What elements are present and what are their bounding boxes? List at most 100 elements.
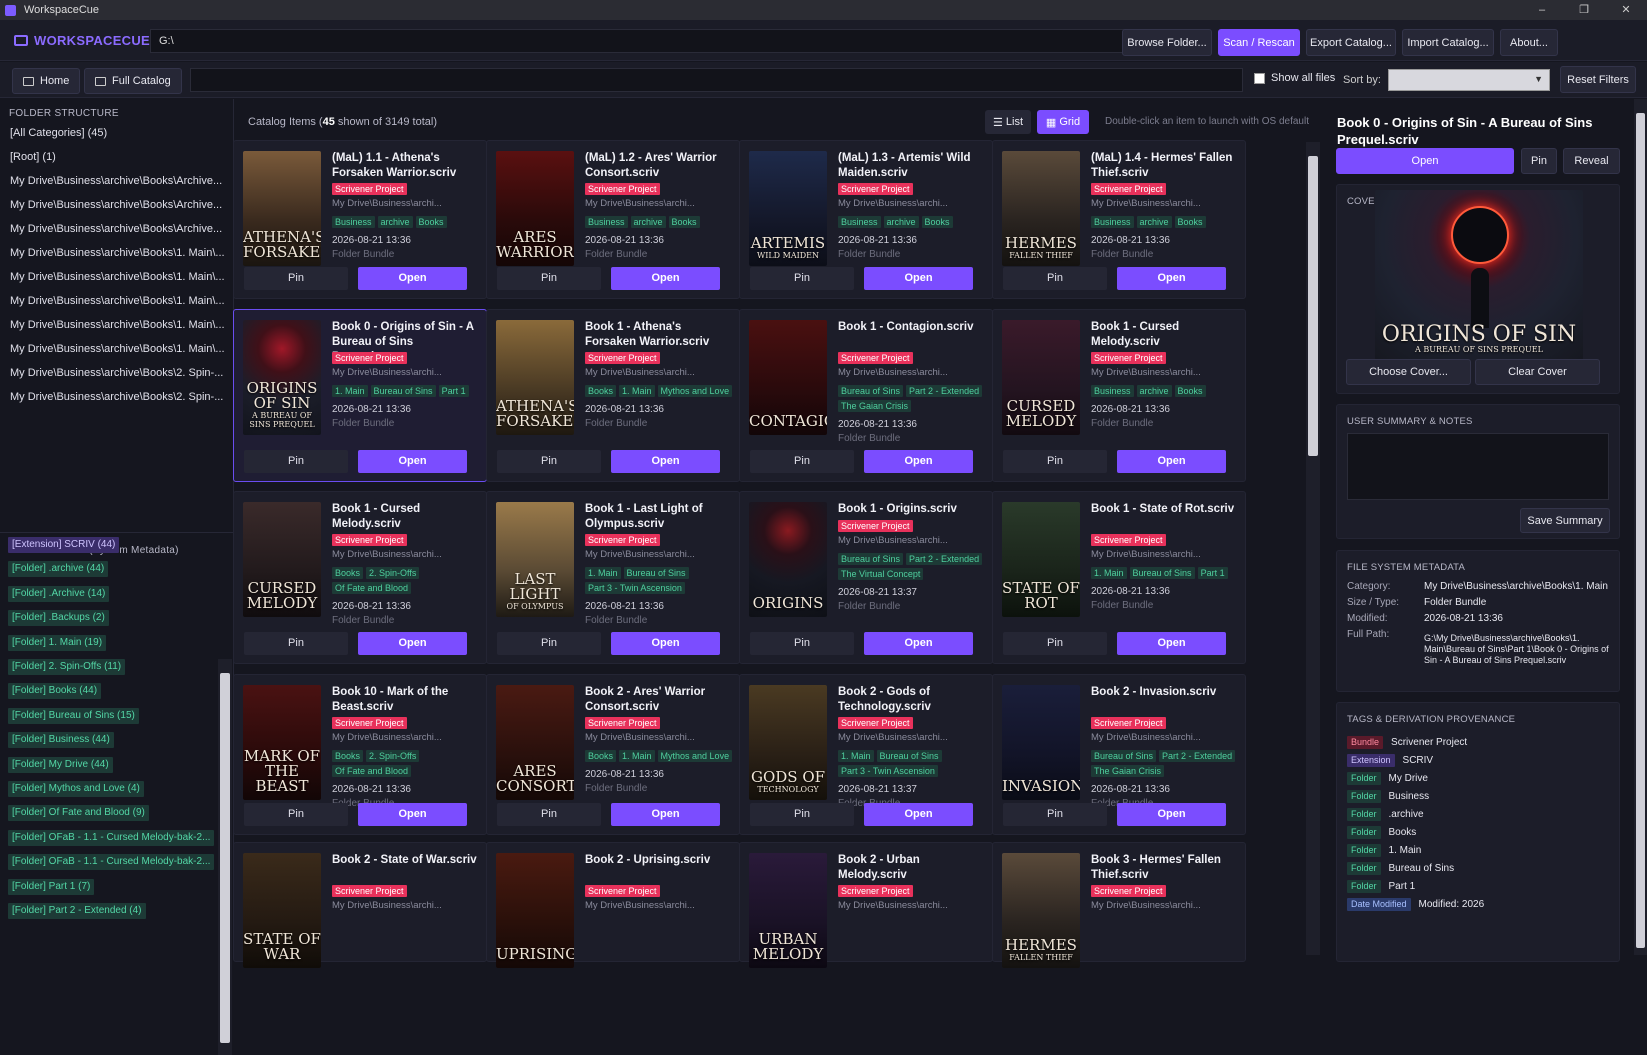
open-button[interactable]: Open	[611, 803, 720, 826]
pin-button[interactable]: Pin	[1003, 450, 1107, 473]
folder-tree-item[interactable]: My Drive\Business\archive\Books\1. Main\…	[10, 271, 225, 283]
card-tag[interactable]: Books	[585, 750, 617, 762]
catalog-scrollbar[interactable]	[1306, 142, 1320, 955]
catalog-card[interactable]: UPRISING Book 2 - Uprising.scriv Scrivener…	[486, 842, 740, 968]
catalog-card[interactable]: STATE OF ROT Book 1 - State of Rot.scriv S…	[992, 491, 1246, 664]
catalog-card[interactable]: ARES WARRIOR (MaL) 1.2 - Ares' Warrior Co…	[486, 140, 740, 299]
card-tag[interactable]: 2. Spin-Offs	[366, 567, 420, 579]
card-tag[interactable]: archive	[1136, 385, 1172, 397]
catalog-card[interactable]: URBAN MELODY Book 2 - Urban Melody.scriv S…	[739, 842, 993, 968]
catalog-card[interactable]: CURSED MELODY Book 1 - Cursed Melody.scri…	[992, 309, 1246, 482]
card-tag[interactable]: archive	[883, 216, 919, 228]
open-button[interactable]: Open	[864, 267, 973, 290]
folder-tree-item[interactable]: My Drive\Business\archive\Books\Archive.…	[10, 175, 225, 187]
card-tag[interactable]: The Virtual Concept	[838, 568, 924, 580]
about-button[interactable]: About...	[1500, 29, 1558, 56]
close-button[interactable]: ✕	[1605, 0, 1647, 20]
sort-select[interactable]: ▼	[1388, 69, 1550, 91]
card-tag[interactable]: Books	[1174, 385, 1206, 397]
open-button[interactable]: Open	[1117, 803, 1226, 826]
derived-tag-item[interactable]: [Folder] Books (44)	[8, 683, 102, 700]
path-input[interactable]	[150, 29, 1171, 53]
card-tag[interactable]: Business	[585, 216, 628, 228]
list-view-button[interactable]: ☰ List	[985, 110, 1031, 134]
derived-tag-item[interactable]: [Extension] SCRIV (44)	[8, 537, 120, 553]
card-tag[interactable]: 1. Main	[619, 750, 655, 762]
catalog-card[interactable]: ATHENA'S FORSAKEN (MaL) 1.1 - Athena's Fo…	[233, 140, 487, 299]
open-button[interactable]: Open	[864, 803, 973, 826]
export-catalog-button[interactable]: Export Catalog...	[1306, 29, 1396, 56]
pin-button[interactable]: Pin	[497, 267, 601, 290]
folder-tree-item[interactable]: My Drive\Business\archive\Books\Archive.…	[10, 223, 225, 235]
open-button[interactable]: Open	[864, 450, 973, 473]
catalog-card[interactable]: ATHENA'S FORSAKEN Book 1 - Athena's Forsa…	[486, 309, 740, 482]
derived-tag-item[interactable]: [Folder] Mythos and Love (4)	[8, 781, 144, 797]
folder-tree-item[interactable]: My Drive\Business\archive\Books\1. Main\…	[10, 295, 225, 307]
folder-tree-item[interactable]: My Drive\Business\archive\Books\2. Spin-…	[10, 391, 225, 403]
card-tag[interactable]: Bureau of Sins	[623, 567, 689, 579]
card-tag[interactable]: Books	[415, 216, 447, 228]
scrollbar-thumb[interactable]	[1308, 156, 1318, 456]
card-tag[interactable]: 1. Main	[619, 385, 655, 397]
open-button[interactable]: Open	[358, 267, 467, 290]
derived-tag-item[interactable]: [Folder] Of Fate and Blood (9)	[8, 805, 149, 822]
pin-button[interactable]: Pin	[750, 450, 854, 473]
grid-view-button[interactable]: ▦ Grid	[1037, 110, 1089, 134]
open-button[interactable]: Open	[1117, 267, 1226, 290]
open-button[interactable]: Open	[358, 803, 467, 826]
open-button[interactable]: Open	[864, 632, 973, 655]
derived-tag-item[interactable]: [Folder] OFaB - 1.1 - Cursed Melody-bak-…	[8, 829, 215, 846]
card-tag[interactable]: archive	[1136, 216, 1172, 228]
card-tag[interactable]: 1. Main	[838, 750, 874, 762]
pin-button[interactable]: Pin	[1003, 267, 1107, 290]
card-tag[interactable]: Part 1	[438, 385, 469, 397]
card-tag[interactable]: archive	[377, 216, 413, 228]
catalog-card[interactable]: INVASION Book 2 - Invasion.scriv Scrivener…	[992, 674, 1246, 835]
open-button[interactable]: Open	[358, 450, 467, 473]
scrollbar-thumb[interactable]	[220, 673, 230, 1043]
card-tag[interactable]: Books	[585, 385, 617, 397]
folder-tree-item[interactable]: My Drive\Business\archive\Books\Archive.…	[10, 199, 225, 211]
card-tag[interactable]: 1. Main	[585, 567, 621, 579]
card-tag[interactable]: 2. Spin-Offs	[366, 750, 420, 762]
card-tag[interactable]: Books	[668, 216, 700, 228]
card-tag[interactable]: 1. Main	[1091, 567, 1127, 579]
folder-tree-item[interactable]: [Root] (1)	[10, 151, 225, 163]
summary-textarea[interactable]	[1347, 433, 1609, 500]
home-button[interactable]: Home	[12, 68, 81, 94]
card-tag[interactable]: Mythos and Love	[657, 385, 733, 397]
derived-tag-item[interactable]: [Folder] Part 2 - Extended (4)	[8, 903, 146, 919]
card-tag[interactable]: Part 2 - Extended	[1159, 750, 1236, 762]
derived-tag-item[interactable]: [Folder] OFaB - 1.1 - Cursed Melody-bak-…	[8, 854, 215, 871]
card-tag[interactable]: Bureau of Sins	[1091, 750, 1157, 762]
pin-button[interactable]: Pin	[750, 632, 854, 655]
card-tag[interactable]: Bureau of Sins	[1129, 567, 1195, 579]
card-tag[interactable]: 1. Main	[332, 385, 368, 397]
pin-button[interactable]: Pin	[750, 803, 854, 826]
catalog-card[interactable]: STATE OF WAR Book 2 - State of War.scriv S…	[233, 842, 487, 968]
card-tag[interactable]: Books	[921, 216, 953, 228]
catalog-card[interactable]: LAST LIGHT OF OLYMPUS Book 1 - Last Light …	[486, 491, 740, 664]
pin-button[interactable]: Pin	[244, 803, 348, 826]
card-tag[interactable]: Bureau of Sins	[370, 385, 436, 397]
card-tag[interactable]: Of Fate and Blood	[332, 765, 412, 777]
detail-open-button[interactable]: Open	[1336, 148, 1514, 174]
browse-folder-button[interactable]: Browse Folder...	[1122, 29, 1212, 56]
pin-button[interactable]: Pin	[1003, 632, 1107, 655]
save-summary-button[interactable]: Save Summary	[1520, 508, 1610, 533]
card-tag[interactable]: Business	[838, 216, 881, 228]
derived-tag-item[interactable]: [Folder] 2. Spin-Offs (11)	[8, 659, 126, 675]
maximize-button[interactable]: ❐	[1563, 0, 1605, 20]
detail-pin-button[interactable]: Pin	[1521, 148, 1557, 174]
filter-input[interactable]	[190, 68, 1243, 92]
card-tag[interactable]: Books	[1174, 216, 1206, 228]
card-tag[interactable]: Books	[332, 567, 364, 579]
derived-tag-item[interactable]: [Folder] .Archive (14)	[8, 585, 110, 602]
catalog-card[interactable]: GODS OF TECHNOLOGY Book 2 - Gods of Techno…	[739, 674, 993, 835]
catalog-card[interactable]: MARK OF THE BEAST Book 10 - Mark of the B…	[233, 674, 487, 835]
scan-rescan-button[interactable]: Scan / Rescan	[1218, 29, 1300, 56]
pin-button[interactable]: Pin	[244, 267, 348, 290]
pin-button[interactable]: Pin	[244, 632, 348, 655]
derived-tag-item[interactable]: [Folder] 1. Main (19)	[8, 634, 107, 651]
card-tag[interactable]: The Gaian Crisis	[838, 400, 912, 412]
